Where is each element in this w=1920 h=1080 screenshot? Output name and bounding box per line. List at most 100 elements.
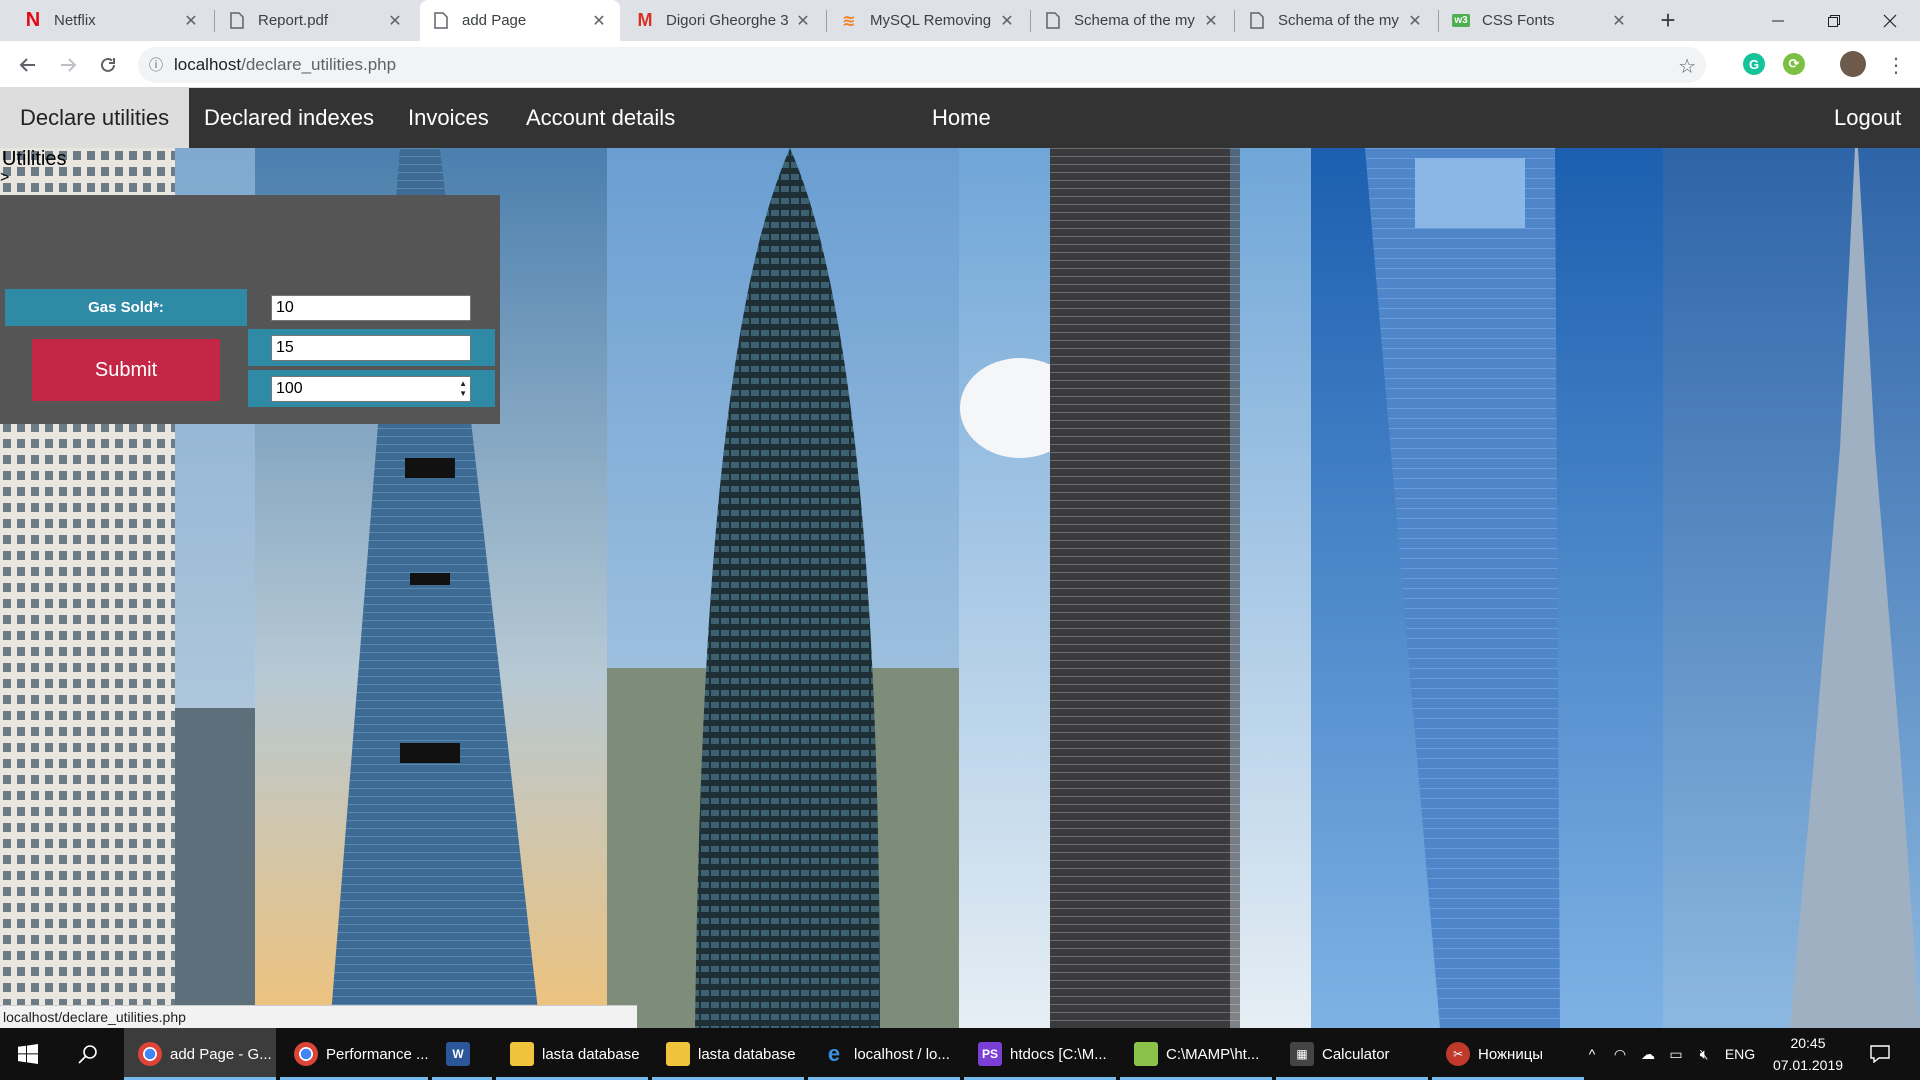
extension-icon[interactable]: ⟳ bbox=[1783, 53, 1805, 75]
taskbar-app-chrome-performance[interactable]: Performance ... bbox=[280, 1028, 428, 1080]
forward-arrow-icon bbox=[61, 58, 77, 72]
browser-toolbar: ⓘ localhost/declare_utilities.php ☆ G ⟳ … bbox=[0, 41, 1920, 88]
restore-icon bbox=[1828, 14, 1840, 27]
taskbar-app-folder-2[interactable]: lasta database bbox=[652, 1028, 804, 1080]
minimize-button[interactable] bbox=[1750, 0, 1806, 41]
taskbar-app-label: Ножницы bbox=[1478, 1045, 1544, 1063]
chevron-up-icon[interactable]: ^ bbox=[1578, 1046, 1606, 1062]
taskbar-app-label: localhost / lo... bbox=[854, 1045, 950, 1063]
address-bar[interactable]: ⓘ localhost/declare_utilities.php ☆ bbox=[138, 47, 1706, 83]
nav-logout[interactable]: Logout bbox=[1814, 88, 1920, 148]
language-indicator[interactable]: ENG bbox=[1718, 1046, 1762, 1062]
taskbar-app-chrome-add-page[interactable]: add Page - G... bbox=[124, 1028, 276, 1080]
folder-icon bbox=[666, 1042, 690, 1066]
document-icon bbox=[1044, 12, 1062, 30]
tab-title: CSS Fonts bbox=[1482, 12, 1555, 29]
volume-muted-icon[interactable]: 🔇︎ bbox=[1690, 1046, 1718, 1063]
nav-home[interactable]: Home bbox=[912, 88, 1011, 148]
more-vertical-icon: ⋮ bbox=[1886, 54, 1906, 77]
new-tab-button[interactable]: + bbox=[1652, 4, 1684, 36]
gmail-icon: M bbox=[637, 10, 653, 30]
notification-icon bbox=[1870, 1045, 1890, 1063]
netflix-icon: N bbox=[25, 9, 41, 31]
search-button[interactable] bbox=[64, 1028, 112, 1080]
tab-title: Report.pdf bbox=[258, 12, 329, 29]
close-window-button[interactable] bbox=[1862, 0, 1918, 41]
minimize-icon bbox=[1772, 20, 1784, 21]
tab-title: Netflix bbox=[54, 12, 96, 29]
tab-schema-1[interactable]: Schema of the my ✕ bbox=[1032, 0, 1232, 41]
close-icon[interactable]: ✕ bbox=[1202, 11, 1220, 31]
close-icon[interactable]: ✕ bbox=[998, 11, 1016, 31]
taskbar-app-edge[interactable]: e localhost / lo... bbox=[808, 1028, 960, 1080]
taskbar-app-label: C:\MAMP\ht... bbox=[1166, 1045, 1260, 1063]
document-icon bbox=[432, 12, 450, 30]
heat-consumption-input[interactable]: 100 ▲ ▼ bbox=[271, 376, 471, 402]
forward-button[interactable] bbox=[52, 49, 84, 81]
submit-button[interactable]: Submit bbox=[32, 339, 220, 401]
clock[interactable]: 20:45 07.01.2019 bbox=[1766, 1032, 1850, 1076]
nav-declare-utilities[interactable]: Declare utilities bbox=[0, 88, 190, 148]
taskbar-app-notepad[interactable]: C:\MAMP\ht... bbox=[1120, 1028, 1272, 1080]
bookmark-star-icon[interactable]: ☆ bbox=[1678, 54, 1696, 79]
restore-button[interactable] bbox=[1806, 0, 1862, 41]
notifications-button[interactable] bbox=[1856, 1028, 1904, 1080]
profile-avatar[interactable] bbox=[1840, 51, 1866, 77]
url-text: localhost/declare_utilities.php bbox=[174, 55, 396, 75]
page-title: Utilities bbox=[2, 148, 67, 170]
taskbar-app-label: htdocs [C:\M... bbox=[1010, 1045, 1107, 1063]
close-icon[interactable]: ✕ bbox=[590, 11, 608, 31]
tab-add-page[interactable]: add Page ✕ bbox=[420, 0, 620, 41]
nav-invoices[interactable]: Invoices bbox=[388, 88, 509, 148]
taskbar-app-word[interactable]: W bbox=[432, 1028, 492, 1080]
nav-declared-indexes[interactable]: Declared indexes bbox=[184, 88, 394, 148]
document-icon bbox=[1248, 12, 1266, 30]
close-icon[interactable]: ✕ bbox=[386, 11, 404, 31]
close-icon[interactable]: ✕ bbox=[182, 11, 200, 31]
heat-consumption-value: 100 bbox=[276, 380, 303, 397]
number-stepper-icon[interactable]: ▲ ▼ bbox=[459, 379, 467, 399]
gas-input-cell bbox=[248, 289, 495, 326]
search-icon bbox=[78, 1045, 97, 1064]
web-page: Declare utilities Declared indexes Invoi… bbox=[0, 88, 1920, 1028]
taskbar-app-label: add Page - G... bbox=[170, 1045, 272, 1063]
url-path: /declare_utilities.php bbox=[241, 55, 397, 74]
url-host: localhost bbox=[174, 55, 242, 74]
water-sold-input[interactable] bbox=[271, 335, 471, 361]
close-icon[interactable]: ✕ bbox=[794, 11, 812, 31]
tab-gmail[interactable]: M Digori Gheorghe 3 ✕ bbox=[624, 0, 824, 41]
tab-css-fonts[interactable]: w3 CSS Fonts ✕ bbox=[1440, 0, 1640, 41]
windows-taskbar: add Page - G... Performance ... W lasta … bbox=[0, 1028, 1920, 1080]
tab-mysql-removing[interactable]: ≋ MySQL Removing ✕ bbox=[828, 0, 1028, 41]
tab-separator bbox=[1438, 10, 1439, 32]
system-tray: ^ ◠ ☁ ▭ 🔇︎ ENG bbox=[1578, 1028, 1762, 1080]
tab-separator bbox=[1030, 10, 1031, 32]
info-icon[interactable]: ⓘ bbox=[138, 55, 174, 75]
back-arrow-icon bbox=[19, 58, 35, 72]
start-button[interactable] bbox=[4, 1028, 52, 1080]
word-icon: W bbox=[446, 1042, 470, 1066]
menu-button[interactable]: ⋮ bbox=[1880, 49, 1912, 81]
tab-netflix[interactable]: N Netflix ✕ bbox=[12, 0, 212, 41]
tab-title: Digori Gheorghe 3 bbox=[666, 12, 789, 29]
document-icon bbox=[228, 12, 246, 30]
tab-report-pdf[interactable]: Report.pdf ✕ bbox=[216, 0, 416, 41]
reload-button[interactable] bbox=[92, 49, 124, 81]
nav-account-details[interactable]: Account details bbox=[506, 88, 695, 148]
back-button[interactable] bbox=[12, 49, 44, 81]
close-icon[interactable]: ✕ bbox=[1406, 11, 1424, 31]
chrome-icon bbox=[138, 1042, 162, 1066]
phpstorm-icon: PS bbox=[978, 1042, 1002, 1066]
battery-icon[interactable]: ▭ bbox=[1662, 1046, 1690, 1063]
taskbar-app-folder-1[interactable]: lasta database bbox=[496, 1028, 648, 1080]
taskbar-app-snipping-tool[interactable]: ✂ Ножницы bbox=[1432, 1028, 1584, 1080]
tab-schema-2[interactable]: Schema of the my ✕ bbox=[1236, 0, 1436, 41]
taskbar-app-phpstorm[interactable]: PS htdocs [C:\M... bbox=[964, 1028, 1116, 1080]
cloud-icon[interactable]: ☁ bbox=[1634, 1046, 1662, 1063]
close-icon[interactable]: ✕ bbox=[1610, 11, 1628, 31]
taskbar-app-calculator[interactable]: ▦ Calculator bbox=[1276, 1028, 1428, 1080]
grammarly-icon[interactable]: G bbox=[1743, 53, 1765, 75]
gas-sold-input[interactable] bbox=[271, 295, 471, 321]
folder-icon bbox=[510, 1042, 534, 1066]
wifi-icon[interactable]: ◠ bbox=[1606, 1046, 1634, 1063]
